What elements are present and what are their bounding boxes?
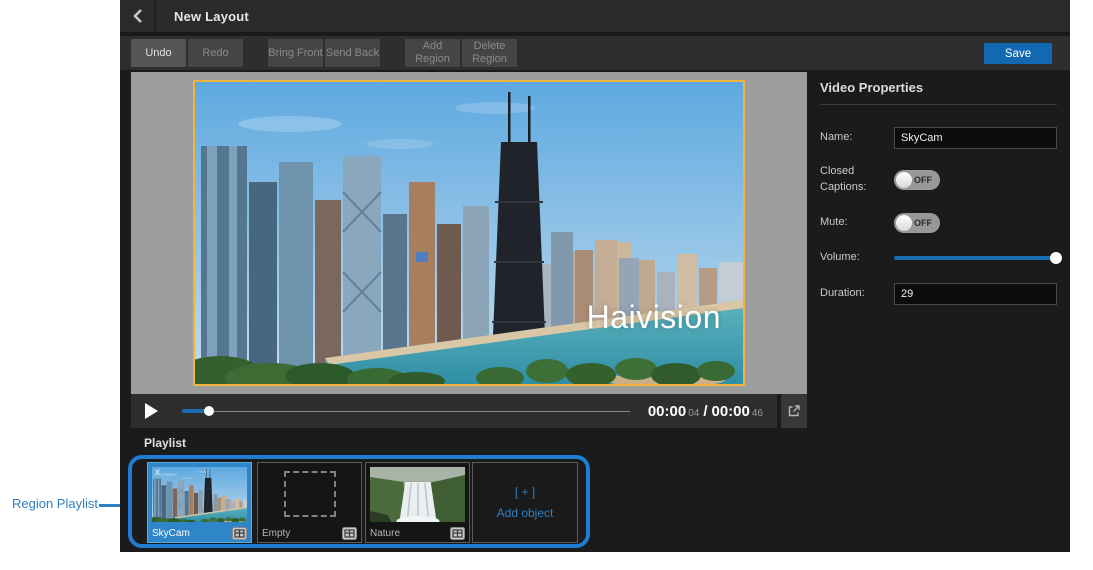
- plus-icon: [ + ]: [515, 485, 535, 499]
- name-input[interactable]: [894, 127, 1057, 149]
- playlist-item-label: Empty: [262, 528, 290, 539]
- redo-button[interactable]: Redo: [188, 39, 243, 67]
- playlist-header: Playlist: [144, 436, 186, 450]
- mute-label: Mute:: [820, 215, 894, 231]
- add-object-button[interactable]: [ + ] Add object: [472, 462, 578, 543]
- video-preview-frame: [195, 82, 743, 384]
- volume-label: Volume:: [820, 250, 894, 266]
- name-row: Name:: [820, 127, 1057, 149]
- closed-captions-row: Closed Captions: OFF: [820, 164, 1057, 196]
- chevron-left-icon: [133, 9, 142, 23]
- volume-fill: [894, 256, 1057, 260]
- playlist-thumbnail-skycam: x: [152, 467, 247, 522]
- video-region[interactable]: Haivision: [193, 80, 745, 386]
- undo-button[interactable]: Undo: [131, 39, 186, 67]
- video-watermark: Haivision: [587, 299, 721, 336]
- toggle-knob: [896, 172, 912, 188]
- closed-captions-toggle[interactable]: OFF: [894, 170, 940, 190]
- bring-front-button[interactable]: Bring Front: [268, 39, 323, 67]
- current-time: 00:00: [648, 403, 686, 420]
- toggle-knob: [896, 215, 912, 231]
- toolbar: Undo Redo Bring Front Send Back Add Regi…: [120, 36, 1070, 70]
- mute-row: Mute: OFF: [820, 213, 1057, 233]
- playlist-item-empty[interactable]: Empty: [257, 462, 362, 543]
- duration-input[interactable]: [894, 283, 1057, 305]
- time-separator: /: [703, 403, 707, 420]
- save-button[interactable]: Save: [984, 43, 1052, 64]
- add-region-button[interactable]: Add Region: [405, 39, 460, 67]
- external-link-icon: [787, 404, 801, 418]
- seek-track: [182, 411, 630, 413]
- playlist-item-nature[interactable]: Nature: [365, 462, 470, 543]
- layout-grid-icon[interactable]: [450, 527, 465, 540]
- remove-marker[interactable]: x: [155, 467, 160, 478]
- app-window: New Layout Undo Redo Bring Front Send Ba…: [120, 0, 1070, 552]
- duration-label: Duration:: [820, 286, 894, 302]
- popout-button[interactable]: [781, 394, 807, 428]
- playlist-thumbnail-empty: [262, 467, 357, 522]
- current-frames: 04: [688, 408, 699, 419]
- toggle-state: OFF: [914, 175, 932, 185]
- closed-captions-label: Closed Captions:: [820, 164, 894, 196]
- toggle-state: OFF: [914, 218, 932, 228]
- volume-row: Volume:: [820, 250, 1057, 266]
- duration-row: Duration:: [820, 283, 1057, 305]
- send-back-button[interactable]: Send Back: [325, 39, 380, 67]
- properties-title: Video Properties: [820, 80, 1057, 105]
- total-frames: 46: [752, 408, 763, 419]
- page-title: New Layout: [174, 9, 249, 24]
- volume-knob[interactable]: [1050, 252, 1062, 264]
- mute-toggle[interactable]: OFF: [894, 213, 940, 233]
- back-button[interactable]: [120, 0, 156, 32]
- play-button[interactable]: [145, 403, 158, 419]
- playlist-item-label: SkyCam: [152, 528, 190, 539]
- top-bar: New Layout: [120, 0, 1070, 34]
- add-object-label: Add object: [497, 506, 554, 520]
- delete-region-button[interactable]: Delete Region: [462, 39, 517, 67]
- playlist-item-skycam[interactable]: x SkyCam: [147, 462, 252, 543]
- video-properties-panel: Video Properties Name: Closed Captions: …: [807, 70, 1070, 552]
- timecode: 00:0004/00:0046: [648, 403, 763, 420]
- player-bar: 00:0004/00:0046: [131, 394, 777, 428]
- empty-placeholder: [284, 471, 336, 517]
- layout-grid-icon[interactable]: [342, 527, 357, 540]
- playlist-item-label: Nature: [370, 528, 400, 539]
- playlist-thumbnail-nature: [370, 467, 465, 522]
- annotation-region-playlist: Region Playlist: [12, 496, 98, 511]
- volume-slider[interactable]: [894, 251, 1057, 265]
- layout-canvas[interactable]: Haivision: [131, 72, 807, 394]
- layout-grid-icon[interactable]: [232, 527, 247, 540]
- seek-slider[interactable]: [182, 404, 630, 418]
- total-time: 00:00: [712, 403, 750, 420]
- name-label: Name:: [820, 130, 894, 146]
- seek-knob[interactable]: [204, 406, 214, 416]
